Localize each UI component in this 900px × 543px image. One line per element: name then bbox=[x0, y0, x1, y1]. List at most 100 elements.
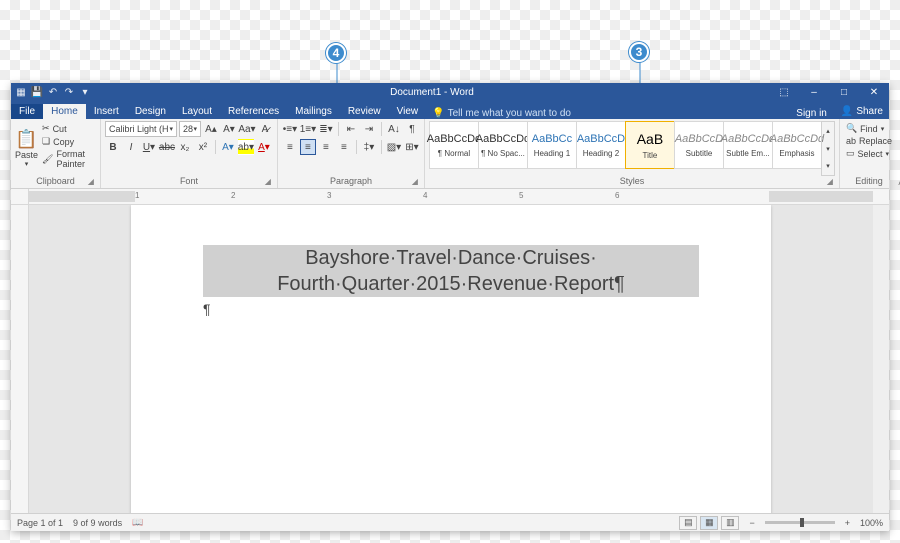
bold-button[interactable]: B bbox=[105, 139, 121, 155]
clear-formatting-button[interactable]: A̷ bbox=[257, 121, 273, 137]
shading-button[interactable]: ▨▾ bbox=[386, 139, 402, 155]
paste-button[interactable]: 📋 Paste ▾ bbox=[15, 121, 38, 176]
web-layout-button[interactable]: ▥ bbox=[721, 516, 739, 530]
borders-button[interactable]: ⊞▾ bbox=[404, 139, 420, 155]
style--normal[interactable]: AaBbCcDd¶ Normal bbox=[429, 121, 479, 169]
style-heading-1[interactable]: AaBbCcHeading 1 bbox=[527, 121, 577, 169]
zoom-out-button[interactable]: − bbox=[749, 518, 754, 528]
increase-indent-button[interactable]: ⇥ bbox=[361, 121, 377, 137]
tab-mailings[interactable]: Mailings bbox=[287, 104, 340, 119]
styles-down-icon[interactable]: ▾ bbox=[822, 140, 834, 158]
zoom-in-button[interactable]: + bbox=[845, 518, 850, 528]
style-preview: AaBbCcDd bbox=[770, 133, 824, 145]
save-icon[interactable]: 💾 bbox=[31, 86, 43, 98]
align-right-button[interactable]: ≡ bbox=[318, 139, 334, 155]
replace-button[interactable]: abReplace bbox=[846, 136, 892, 146]
decrease-indent-button[interactable]: ⇤ bbox=[343, 121, 359, 137]
font-color-button[interactable]: A▾ bbox=[256, 139, 272, 155]
italic-button[interactable]: I bbox=[123, 139, 139, 155]
tab-home[interactable]: Home bbox=[43, 104, 86, 119]
align-left-button[interactable]: ≡ bbox=[282, 139, 298, 155]
sort-button[interactable]: A↓ bbox=[386, 121, 402, 137]
cut-button[interactable]: ✂Cut bbox=[42, 123, 92, 134]
tab-file[interactable]: File bbox=[11, 104, 43, 119]
style-name: Subtitle bbox=[686, 149, 713, 158]
grow-font-button[interactable]: A▴ bbox=[203, 121, 219, 137]
bullets-button[interactable]: •≡▾ bbox=[282, 121, 298, 137]
maximize-button[interactable]: □ bbox=[829, 87, 859, 98]
group-label-font: Font bbox=[180, 176, 198, 186]
copy-button[interactable]: ❏Copy bbox=[42, 136, 92, 147]
change-case-button[interactable]: Aa▾ bbox=[239, 121, 255, 137]
tab-insert[interactable]: Insert bbox=[86, 104, 127, 119]
style-emphasis[interactable]: AaBbCcDdEmphasis bbox=[772, 121, 822, 169]
paragraph-dialog-launcher[interactable]: ◢ bbox=[412, 177, 418, 186]
redo-icon[interactable]: ↷ bbox=[63, 86, 75, 98]
group-font: Calibri Light (H▾ 28▾ A▴ A▾ Aa▾ A̷ B I U… bbox=[101, 119, 278, 188]
font-dialog-launcher[interactable]: ◢ bbox=[265, 177, 271, 186]
style-heading-2[interactable]: AaBbCcDHeading 2 bbox=[576, 121, 626, 169]
line-spacing-button[interactable]: ‡▾ bbox=[361, 139, 377, 155]
share-button[interactable]: 👤 Share bbox=[835, 104, 889, 119]
style-title[interactable]: AaBTitle bbox=[625, 121, 675, 169]
sign-in-link[interactable]: Sign in bbox=[788, 108, 835, 119]
close-button[interactable]: ✕ bbox=[859, 87, 889, 98]
clipboard-dialog-launcher[interactable]: ◢ bbox=[88, 177, 94, 186]
format-painter-icon: 🖌 bbox=[42, 154, 53, 165]
font-name-combo[interactable]: Calibri Light (H▾ bbox=[105, 121, 177, 137]
strikethrough-button[interactable]: abc bbox=[159, 139, 175, 155]
style-subtitle[interactable]: AaBbCcDSubtitle bbox=[674, 121, 724, 169]
zoom-level[interactable]: 100% bbox=[860, 518, 883, 528]
shrink-font-button[interactable]: A▾ bbox=[221, 121, 237, 137]
align-center-button[interactable]: ≡ bbox=[300, 139, 316, 155]
chevron-down-icon: ▾ bbox=[881, 125, 885, 133]
ribbon-display-options-button[interactable]: ⬚ bbox=[769, 87, 799, 98]
underline-button[interactable]: U▾ bbox=[141, 139, 157, 155]
word-count[interactable]: 9 of 9 words bbox=[73, 518, 122, 528]
undo-icon[interactable]: ↶ bbox=[47, 86, 59, 98]
tab-design[interactable]: Design bbox=[127, 104, 174, 119]
status-bar: Page 1 of 1 9 of 9 words 📖 ▤ ▦ ▥ − + 100… bbox=[11, 513, 889, 531]
print-layout-button[interactable]: ▦ bbox=[700, 516, 718, 530]
document-page[interactable]: Bayshore·Travel·Dance·Cruises· Fourth·Qu… bbox=[131, 205, 771, 513]
ribbon: 📋 Paste ▾ ✂Cut ❏Copy 🖌Format Painter Cli… bbox=[11, 119, 889, 189]
subscript-button[interactable]: x₂ bbox=[177, 139, 193, 155]
style-name: Title bbox=[643, 151, 658, 160]
style--no-spac-[interactable]: AaBbCcDd¶ No Spac... bbox=[478, 121, 528, 169]
tab-review[interactable]: Review bbox=[340, 104, 389, 119]
spellcheck-icon[interactable]: 📖 bbox=[132, 517, 143, 528]
ruler-number: 1 bbox=[135, 191, 139, 200]
read-mode-button[interactable]: ▤ bbox=[679, 516, 697, 530]
justify-button[interactable]: ≡ bbox=[336, 139, 352, 155]
font-size-combo[interactable]: 28▾ bbox=[179, 121, 201, 137]
numbering-button[interactable]: 1≡▾ bbox=[300, 121, 316, 137]
tab-layout[interactable]: Layout bbox=[174, 104, 220, 119]
style-preview: AaBbCcD bbox=[577, 133, 625, 145]
text-effects-button[interactable]: A▾ bbox=[220, 139, 236, 155]
multilevel-list-button[interactable]: ≣▾ bbox=[318, 121, 334, 137]
select-button[interactable]: ▭Select▾ bbox=[846, 148, 892, 159]
highlight-button[interactable]: ab▾ bbox=[238, 139, 254, 155]
superscript-button[interactable]: x² bbox=[195, 139, 211, 155]
styles-dialog-launcher[interactable]: ◢ bbox=[827, 177, 833, 186]
qat-customize-icon[interactable]: ▾ bbox=[79, 86, 91, 98]
style-subtle-em-[interactable]: AaBbCcDdSubtle Em... bbox=[723, 121, 773, 169]
tell-me-search[interactable]: 💡 Tell me what you want to do bbox=[426, 108, 577, 119]
minimize-button[interactable]: ‒ bbox=[799, 87, 829, 98]
styles-up-icon[interactable]: ▴ bbox=[822, 122, 834, 140]
title-bar: ▦ 💾 ↶ ↷ ▾ Document1 - Word ⬚ ‒ □ ✕ bbox=[11, 83, 889, 101]
find-button[interactable]: 🔍Find▾ bbox=[846, 123, 892, 134]
chevron-down-icon: ▾ bbox=[193, 125, 197, 133]
tab-references[interactable]: References bbox=[220, 104, 287, 119]
show-hide-button[interactable]: ¶ bbox=[404, 121, 420, 137]
format-painter-button[interactable]: 🖌Format Painter bbox=[42, 149, 92, 169]
styles-more-icon[interactable]: ▾ bbox=[822, 157, 834, 175]
styles-gallery-scroll[interactable]: ▴ ▾ ▾ bbox=[821, 121, 835, 176]
tab-view[interactable]: View bbox=[389, 104, 427, 119]
vertical-scrollbar[interactable] bbox=[873, 205, 889, 513]
selected-heading-text[interactable]: Bayshore·Travel·Dance·Cruises· Fourth·Qu… bbox=[203, 245, 699, 297]
horizontal-ruler[interactable]: 123456 bbox=[11, 189, 889, 205]
page-indicator[interactable]: Page 1 of 1 bbox=[17, 518, 63, 528]
vertical-ruler[interactable] bbox=[11, 205, 29, 513]
zoom-slider[interactable] bbox=[765, 521, 835, 524]
